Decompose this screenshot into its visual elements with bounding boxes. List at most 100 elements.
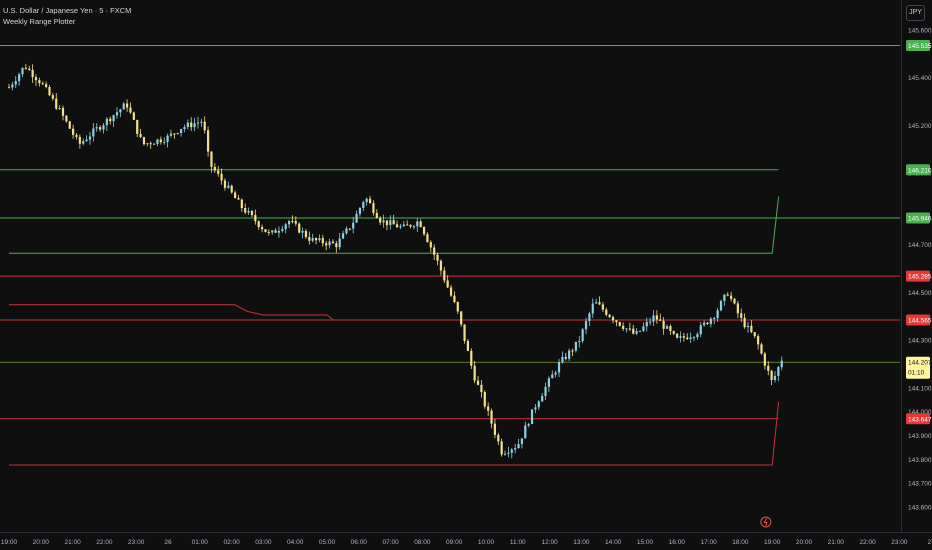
candle-body[interactable]	[362, 202, 365, 208]
candle-body[interactable]	[399, 226, 402, 228]
candle-body[interactable]	[24, 67, 27, 69]
candle-body[interactable]	[611, 317, 615, 321]
candle-body[interactable]	[291, 221, 294, 223]
candle-body[interactable]	[250, 211, 254, 215]
candle-body[interactable]	[537, 401, 540, 408]
candle-body[interactable]	[655, 315, 658, 320]
candle-body[interactable]	[274, 230, 277, 233]
candle-body[interactable]	[132, 112, 135, 120]
candle-body[interactable]	[68, 121, 71, 129]
candle-body[interactable]	[429, 242, 432, 248]
candle-body[interactable]	[237, 198, 240, 200]
candle-body[interactable]	[557, 362, 561, 373]
candle-body[interactable]	[203, 121, 206, 131]
candle-body[interactable]	[358, 207, 362, 214]
candle-body[interactable]	[686, 337, 689, 340]
candle-body[interactable]	[65, 115, 68, 122]
candle-body[interactable]	[311, 238, 314, 241]
candle-body[interactable]	[638, 330, 642, 332]
candle-body[interactable]	[642, 326, 645, 331]
candle-body[interactable]	[11, 84, 14, 88]
candle-body[interactable]	[294, 221, 297, 224]
candle-body[interactable]	[422, 227, 426, 235]
candle-body[interactable]	[152, 143, 156, 145]
candle-body[interactable]	[588, 313, 591, 322]
candle-body[interactable]	[672, 331, 675, 334]
candle-body[interactable]	[318, 238, 321, 241]
candle-body[interactable]	[176, 133, 179, 135]
candle-body[interactable]	[608, 314, 611, 318]
candle-body[interactable]	[595, 302, 598, 304]
candle-body[interactable]	[382, 220, 385, 223]
candle-body[interactable]	[507, 452, 510, 454]
candle-body[interactable]	[260, 227, 264, 230]
candle-body[interactable]	[770, 370, 773, 381]
candle-body[interactable]	[223, 180, 227, 188]
candle-body[interactable]	[740, 313, 743, 318]
candle-body[interactable]	[591, 303, 594, 314]
candle-body[interactable]	[264, 229, 267, 233]
candle-body[interactable]	[257, 221, 260, 228]
candle-body[interactable]	[352, 222, 355, 229]
candle-body[interactable]	[244, 207, 247, 213]
candle-body[interactable]	[470, 350, 473, 366]
candle-body[interactable]	[159, 139, 162, 143]
candle-body[interactable]	[736, 303, 739, 314]
candle-body[interactable]	[645, 321, 648, 327]
candle-body[interactable]	[780, 360, 783, 368]
candle-body[interactable]	[173, 133, 176, 135]
candle-body[interactable]	[622, 325, 625, 329]
candle-body[interactable]	[598, 302, 601, 305]
candle-body[interactable]	[527, 424, 530, 426]
candle-body[interactable]	[304, 230, 308, 238]
candle-body[interactable]	[348, 228, 351, 230]
candle-body[interactable]	[395, 224, 399, 228]
candle-body[interactable]	[183, 127, 186, 130]
candle-body[interactable]	[149, 143, 152, 145]
candle-body[interactable]	[692, 337, 696, 339]
candle-body[interactable]	[483, 392, 486, 407]
candle-body[interactable]	[7, 87, 11, 89]
candle-body[interactable]	[372, 203, 375, 213]
candle-body[interactable]	[713, 318, 716, 320]
candle-body[interactable]	[436, 254, 439, 261]
candle-body[interactable]	[58, 107, 61, 109]
candle-body[interactable]	[460, 311, 463, 325]
candle-body[interactable]	[476, 380, 480, 385]
candle-body[interactable]	[271, 230, 274, 233]
candle-body[interactable]	[551, 374, 554, 379]
candle-body[interactable]	[365, 198, 368, 203]
symbol-title[interactable]: U.S. Dollar / Japanese Yen · 5 · FXCM	[3, 5, 131, 16]
candle-body[interactable]	[115, 112, 119, 116]
candle-body[interactable]	[628, 328, 631, 330]
candle-body[interactable]	[230, 185, 233, 193]
candle-body[interactable]	[419, 221, 422, 228]
candle-body[interactable]	[308, 237, 311, 241]
price-chart[interactable]: 145.600145.400145.200145.000144.700144.5…	[0, 0, 932, 550]
candle-body[interactable]	[193, 123, 196, 128]
candle-body[interactable]	[38, 80, 41, 84]
candle-body[interactable]	[696, 334, 699, 338]
candle-body[interactable]	[233, 192, 237, 199]
candle-body[interactable]	[45, 84, 48, 87]
candle-body[interactable]	[190, 122, 193, 128]
chart-area[interactable]: 145.600145.400145.200145.000144.700144.5…	[0, 0, 932, 550]
candle-body[interactable]	[105, 118, 108, 126]
candle-body[interactable]	[574, 341, 578, 351]
candle-body[interactable]	[757, 336, 760, 345]
candle-body[interactable]	[524, 425, 527, 439]
candle-body[interactable]	[51, 95, 54, 99]
candle-body[interactable]	[281, 229, 284, 231]
candle-body[interactable]	[179, 129, 183, 134]
candle-body[interactable]	[136, 119, 139, 134]
candle-body[interactable]	[500, 441, 503, 455]
candle-body[interactable]	[490, 410, 493, 424]
candle-body[interactable]	[254, 214, 257, 222]
candle-body[interactable]	[142, 137, 146, 145]
candle-body[interactable]	[328, 241, 331, 246]
candle-body[interactable]	[321, 238, 324, 244]
candle-body[interactable]	[210, 151, 213, 167]
candle-body[interactable]	[379, 217, 382, 223]
currency-button[interactable]: JPY	[906, 5, 925, 21]
candle-body[interactable]	[703, 322, 706, 326]
